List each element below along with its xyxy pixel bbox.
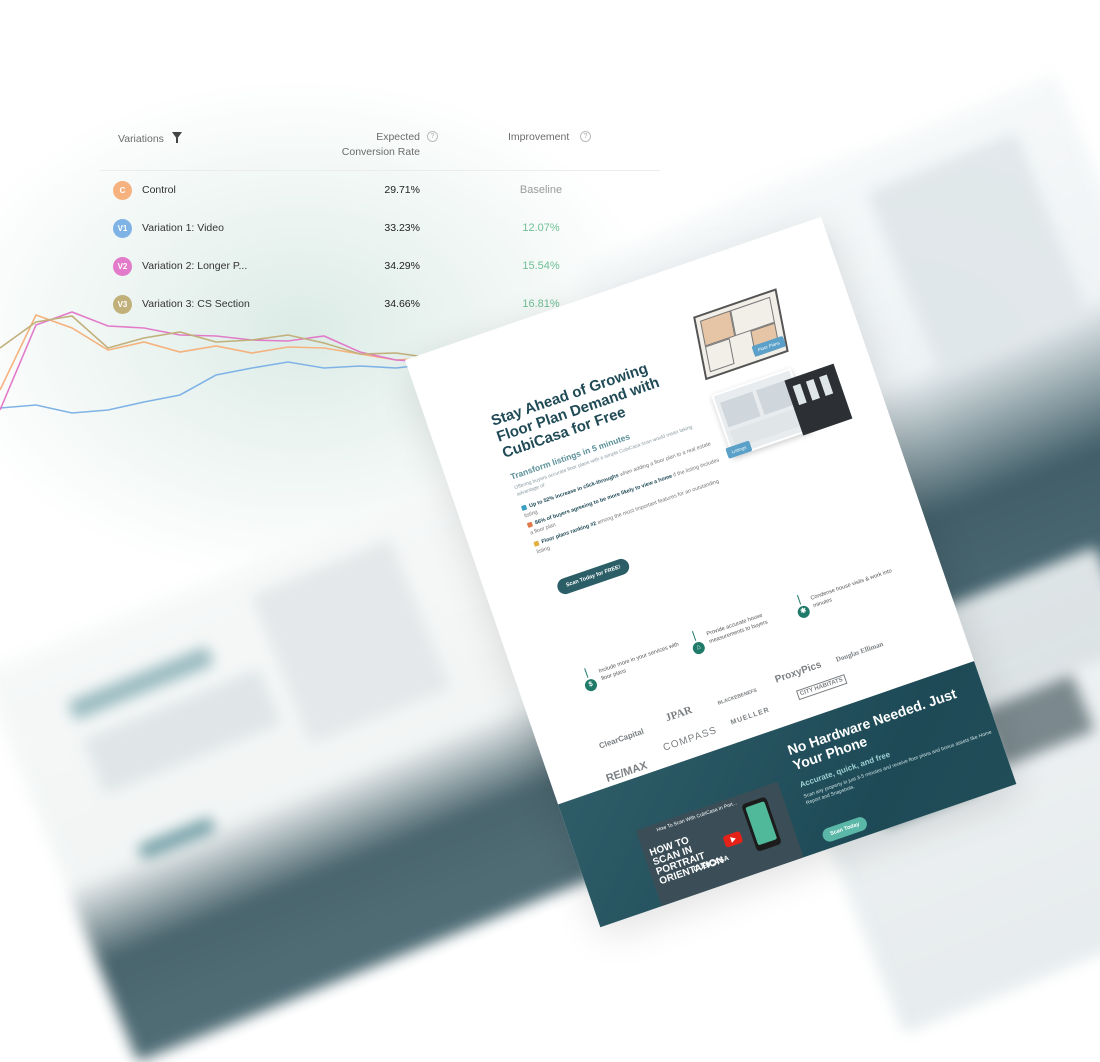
filter-icon[interactable]	[172, 132, 182, 143]
info-icon[interactable]: ?	[427, 131, 438, 142]
feature-item: Condense house visits & work into minute…	[809, 568, 893, 609]
video-overlay-text: HOW TO SCAN IN PORTRAIT ORIENTATION	[648, 835, 726, 888]
floor-plan-image	[693, 288, 789, 381]
logo-douglas-elliman: Douglas Elliman	[834, 640, 885, 664]
logo-clearcapital: ClearCapital	[597, 726, 645, 751]
improvement-value: 15.54%	[522, 260, 560, 272]
logo-proxypics: ProxyPics	[773, 659, 824, 686]
table-row[interactable]: V1 Variation 1: Video 33.23% 12.07%	[100, 209, 660, 247]
conversion-rate: 29.71%	[384, 184, 420, 196]
variation-name: Variation 2: Longer P...	[142, 260, 248, 272]
scan-today-button[interactable]: Scan Today for FREE!	[555, 556, 632, 597]
logo-compass: COMPASS	[661, 724, 719, 754]
variation-badge: C	[113, 181, 132, 200]
variations-header: Variations	[118, 133, 164, 145]
hero-image: Floor Plans Listings	[668, 273, 857, 471]
improvement-header: Improvement	[508, 131, 570, 143]
table-row[interactable]: V2 Variation 2: Longer P... 34.29% 15.54%	[100, 247, 660, 285]
logo-blackebenefs: BLACKEBENEFS	[717, 687, 758, 707]
info-icon[interactable]: ?	[580, 131, 591, 142]
feature-item: Provide accurate house measurements to b…	[705, 612, 769, 645]
logo-city-habitats: CITY HABITATS	[795, 674, 848, 701]
variation-badge: V1	[113, 219, 132, 238]
dollar-icon: $	[583, 677, 599, 693]
improvement-value: 12.07%	[522, 222, 560, 234]
variation-name: Variation 1: Video	[142, 222, 224, 234]
table-header: Variations Expected Conversion Rate ? Im…	[100, 118, 660, 171]
home-icon	[526, 521, 534, 529]
table-row[interactable]: C Control 29.71% Baseline	[100, 171, 660, 209]
play-icon[interactable]	[722, 830, 744, 848]
conversion-rate: 33.23%	[384, 222, 420, 234]
gear-icon: ✱	[796, 604, 812, 620]
feature-item: Include more in your services with floor…	[598, 641, 680, 682]
chart-icon	[520, 504, 528, 512]
phone-image	[741, 796, 782, 853]
improvement-value: Baseline	[519, 184, 563, 196]
trophy-icon	[533, 540, 540, 547]
logo-jpar: JPAR	[664, 704, 694, 725]
rate-header-line1: Expected	[376, 131, 420, 143]
rate-header: Expected Conversion Rate	[340, 130, 420, 160]
variations-table: Variations Expected Conversion Rate ? Im…	[100, 118, 660, 323]
variation-name: Control	[142, 184, 176, 196]
logo-mueller: MUELLER	[729, 706, 771, 727]
conversion-rate: 34.29%	[384, 260, 420, 272]
variation-badge: V2	[113, 257, 132, 276]
home-icon: ⌂	[691, 640, 707, 656]
rate-header-line2: Conversion Rate	[341, 146, 420, 158]
